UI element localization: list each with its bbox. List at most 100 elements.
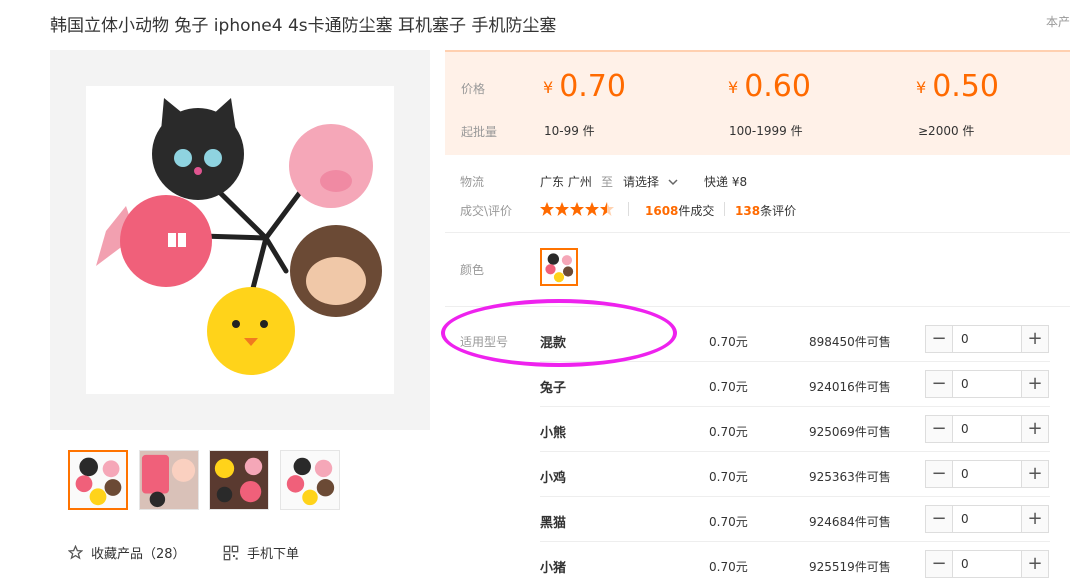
quantity-stepper: − 0 + — [925, 325, 1049, 353]
shipping-fee: 快递 ¥8 — [704, 175, 748, 189]
sku-row: 小猪 0.70元 925519件可售 − 0 + — [445, 542, 1070, 582]
price-tier-1: ¥0.70 — [543, 69, 626, 104]
sku-row: 黑猫 0.70元 924684件可售 − 0 + — [445, 497, 1070, 542]
deals-label: 成交\评价 — [460, 204, 513, 218]
corner-text[interactable]: 本产 — [1046, 13, 1070, 30]
currency-symbol: ¥ — [916, 78, 927, 97]
decrease-button[interactable]: − — [926, 371, 953, 397]
quantity-input[interactable]: 0 — [953, 326, 1021, 352]
increase-button[interactable]: + — [1021, 416, 1048, 442]
sku-price: 0.70元 — [709, 560, 748, 574]
deal-divider — [724, 202, 725, 216]
to-word: 至 — [601, 175, 614, 189]
quantity-input[interactable]: 0 — [953, 371, 1021, 397]
price-box: 价格 起批量 ¥0.70 ¥0.60 ¥0.50 10-99 件 100-199… — [445, 50, 1070, 155]
increase-button[interactable]: + — [1021, 551, 1048, 577]
price-tier-3: ¥0.50 — [916, 69, 999, 104]
quantity-stepper: − 0 + — [925, 460, 1049, 488]
quantity-stepper: − 0 + — [925, 505, 1049, 533]
thumbnail-2[interactable] — [139, 450, 199, 510]
price-value: 0.50 — [932, 69, 999, 104]
sku-name: 小熊 — [540, 426, 567, 441]
review-suffix: 条评价 — [760, 204, 797, 218]
deal-count-link[interactable]: 1608件成交 — [645, 202, 714, 219]
product-photo-illustration — [96, 98, 382, 375]
decrease-button[interactable]: − — [926, 416, 953, 442]
increase-button[interactable]: + — [1021, 326, 1048, 352]
rating-divider — [628, 202, 629, 216]
color-swatch-selected[interactable] — [540, 248, 578, 286]
price-value: 0.70 — [559, 69, 626, 104]
sku-price: 0.70元 — [709, 470, 748, 484]
range-tier-1: 10-99 件 — [544, 124, 595, 138]
sku-stock: 924016件可售 — [809, 380, 891, 394]
chevron-down-icon — [668, 178, 678, 185]
favorite-product-link[interactable]: 收藏产品（28） — [68, 543, 186, 562]
sku-price: 0.70元 — [709, 335, 748, 349]
quantity-input[interactable]: 0 — [953, 461, 1021, 487]
quantity-input[interactable]: 0 — [953, 551, 1021, 577]
deal-suffix: 件成交 — [678, 204, 715, 218]
qr-code-icon — [223, 545, 239, 560]
price-label: 价格 — [461, 82, 486, 96]
price-value: 0.60 — [744, 69, 811, 104]
sku-row: 兔子 0.70元 924016件可售 − 0 + — [445, 362, 1070, 407]
logistics-label: 物流 — [460, 175, 485, 189]
sku-price: 0.70元 — [709, 515, 748, 529]
star-icon — [585, 202, 599, 216]
quantity-stepper: − 0 + — [925, 550, 1049, 578]
sku-name: 小猪 — [540, 561, 567, 576]
mobile-order-link[interactable]: 手机下单 — [223, 543, 299, 562]
increase-button[interactable]: + — [1021, 506, 1048, 532]
sku-stock: 925519件可售 — [809, 560, 891, 574]
sku-stock: 925069件可售 — [809, 425, 891, 439]
price-tier-2: ¥0.60 — [728, 69, 811, 104]
thumbnail-4[interactable] — [280, 450, 340, 510]
star-icon — [555, 202, 569, 216]
decrease-button[interactable]: − — [926, 506, 953, 532]
quantity-stepper: − 0 + — [925, 370, 1049, 398]
star-outline-icon — [68, 545, 83, 560]
deal-count: 1608 — [645, 204, 679, 218]
range-tier-3: ≥2000 件 — [918, 124, 975, 138]
sku-name: 兔子 — [540, 381, 567, 396]
ship-from: 广东 广州 — [540, 175, 592, 189]
quantity-stepper: − 0 + — [925, 415, 1049, 443]
star-icon — [570, 202, 584, 216]
increase-button[interactable]: + — [1021, 461, 1048, 487]
rating-stars — [540, 201, 615, 220]
sku-stock: 925363件可售 — [809, 470, 891, 484]
sku-row: 小鸡 0.70元 925363件可售 − 0 + — [445, 452, 1070, 497]
review-count-link[interactable]: 138条评价 — [735, 202, 796, 219]
increase-button[interactable]: + — [1021, 371, 1048, 397]
sku-price: 0.70元 — [709, 380, 748, 394]
highlight-ellipse-annotation — [441, 299, 677, 367]
sku-price: 0.70元 — [709, 425, 748, 439]
quantity-input[interactable]: 0 — [953, 506, 1021, 532]
divider — [445, 232, 1070, 233]
decrease-button[interactable]: − — [926, 461, 953, 487]
range-tier-2: 100-1999 件 — [729, 124, 803, 138]
moq-label: 起批量 — [461, 125, 498, 139]
thumbnail-3[interactable] — [209, 450, 269, 510]
favorite-label: 收藏产品（28） — [91, 547, 186, 562]
product-title: 韩国立体小动物 兔子 iphone4 4s卡通防尘塞 耳机塞子 手机防尘塞 — [50, 16, 557, 36]
mobile-order-label: 手机下单 — [247, 547, 300, 562]
decrease-button[interactable]: − — [926, 551, 953, 577]
destination-select[interactable]: 请选择 — [623, 173, 679, 190]
sku-name: 小鸡 — [540, 471, 567, 486]
color-label: 颜色 — [460, 263, 485, 277]
currency-symbol: ¥ — [543, 78, 554, 97]
thumbnail-1[interactable] — [68, 450, 128, 510]
decrease-button[interactable]: − — [926, 326, 953, 352]
quantity-input[interactable]: 0 — [953, 416, 1021, 442]
star-icon — [540, 202, 554, 216]
sku-row: 小熊 0.70元 925069件可售 − 0 + — [445, 407, 1070, 452]
main-product-image[interactable] — [50, 50, 430, 430]
sku-stock: 898450件可售 — [809, 335, 891, 349]
currency-symbol: ¥ — [728, 78, 739, 97]
destination-value: 请选择 — [623, 175, 660, 189]
sku-name: 黑猫 — [540, 516, 567, 531]
sku-stock: 924684件可售 — [809, 515, 891, 529]
review-count: 138 — [735, 204, 761, 218]
